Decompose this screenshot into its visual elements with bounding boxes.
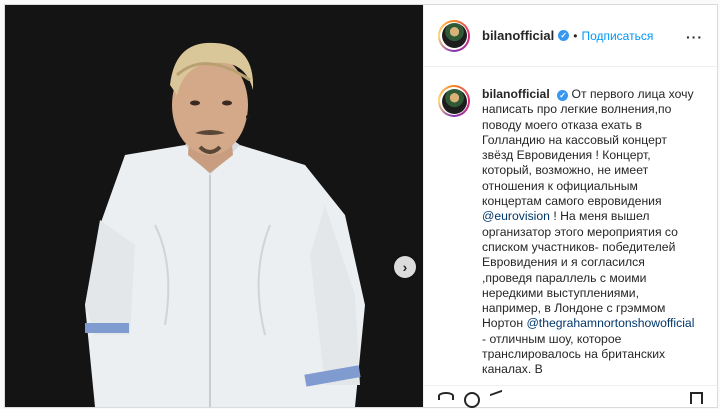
caption-text: bilanofficial ✓ От первого лица хочу нап… [482,87,698,385]
share-icon[interactable] [490,389,502,409]
mention-link[interactable]: @eurovision [482,209,550,223]
avatar[interactable] [438,19,470,52]
chevron-right-icon: › [402,259,408,275]
verified-icon: ✓ [558,30,570,41]
bookmark-icon[interactable] [690,392,703,404]
heart-icon[interactable] [438,392,454,400]
post-header: bilanofficial ✓ • Подписаться ··· [424,5,717,67]
carousel-next-button[interactable]: › [394,256,416,278]
post-sidebar: bilanofficial ✓ • Подписаться ··· bilano… [423,5,717,409]
verified-icon: ✓ [557,90,569,102]
separator-dot: • [573,28,578,43]
more-horizontal-icon[interactable]: ··· [686,29,703,45]
caption-avatar[interactable] [438,85,470,117]
caption-text-part: От первого лица хочу написать про легкие… [482,87,694,209]
post-caption: bilanofficial ✓ От первого лица хочу нап… [424,67,717,385]
post-photo[interactable]: › [5,5,423,407]
caption-username[interactable]: bilanofficial [482,87,550,101]
post-actions-bar [424,385,717,409]
person-photo-illustration [5,5,423,407]
caption-text-part: ! На меня вышел организатор этого меропр… [482,209,678,331]
comment-icon[interactable] [464,392,480,408]
post-dialog: › bilanofficial ✓ • Подписаться ··· bila… [4,4,718,409]
mention-link[interactable]: @thegrahamnortonshowofficial [526,316,694,330]
avatar-image [441,23,467,48]
follow-button[interactable]: Подписаться [581,29,653,43]
header-username[interactable]: bilanofficial [482,28,554,43]
caption-text-part: - отличным шоу, которое транслировалось … [482,331,666,377]
